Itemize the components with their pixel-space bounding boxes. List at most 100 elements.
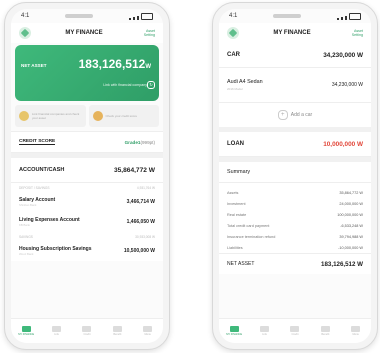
page-title: MY FINANCE: [273, 30, 311, 36]
page-title: MY FINANCE: [65, 30, 103, 36]
summary-label: Insurance termination refund: [227, 234, 276, 239]
tab-label: Menu: [352, 333, 360, 336]
tab-label: Benefit: [321, 333, 330, 336]
credit-score-row[interactable]: CREDIT SCORE Grade1(999pt): [11, 131, 163, 153]
car-label: CAR: [227, 52, 240, 58]
menu-icon: [351, 326, 361, 332]
tab-credit[interactable]: Credit: [287, 326, 303, 336]
wallet-icon: [21, 326, 31, 332]
tab-label: Benefit: [113, 333, 122, 336]
app-logo-icon: [227, 27, 239, 39]
group-value: 4,931,764 W: [136, 185, 155, 190]
group-value: 30,933,008 W: [135, 234, 155, 239]
battery-icon: [349, 12, 361, 20]
list-item[interactable]: Salary Account Shinhan Bank 3,466,714 W: [11, 192, 163, 212]
promo-banners: Link financial companies and check your …: [11, 101, 163, 131]
car-row[interactable]: CAR 34,230,000 W: [219, 43, 371, 68]
bottom-tab-bar: MY FINANCE Link Credit Benefit Menu: [11, 318, 163, 343]
tab-link[interactable]: Link: [49, 326, 65, 336]
net-asset-value: 183,126,512W: [78, 57, 151, 71]
list-item[interactable]: Housing Subscription Savings Woori Bank 1…: [11, 241, 163, 261]
summary-row: Total credit card payment -6,533,248 W: [227, 220, 363, 231]
credit-tab-icon: [82, 326, 92, 332]
notch: [65, 14, 94, 18]
loan-label: LOAN: [227, 141, 244, 147]
tab-benefit[interactable]: Benefit: [317, 326, 333, 336]
car-desc: 2016 Model: [227, 87, 243, 91]
plus-icon: +: [277, 110, 288, 120]
net-asset-card[interactable]: NET ASSET 183,126,512W Link with financi…: [15, 45, 159, 101]
loan-value: 10,000,000 W: [323, 140, 363, 148]
account-cash-label: ACCOUNT/CASH: [19, 167, 65, 173]
screen-left: 4:1 MY FINANCE Asset Setting NET ASSET 1…: [11, 9, 163, 343]
credit-tab-icon: [290, 326, 300, 332]
add-car-button[interactable]: + Add a car: [219, 103, 371, 127]
summary-label: Liabilities: [227, 245, 243, 250]
tab-label: MY FINANCE: [226, 333, 243, 336]
app-header: MY FINANCE Asset Setting: [219, 23, 371, 43]
item-value: 10,500,000 W: [123, 248, 155, 254]
summary-row: Real estate 100,000,000 W: [227, 209, 363, 220]
link-tab-icon: [260, 326, 270, 332]
summary-value: 100,000,000 W: [337, 212, 363, 217]
summary-row: Assets 35,864,772 W: [227, 187, 363, 198]
tab-label: Menu: [144, 333, 152, 336]
summary-label: Real estate: [227, 212, 247, 217]
status-bar: 4:1: [219, 9, 371, 23]
wallet-icon: [229, 326, 239, 332]
item-text: Housing Subscription Savings Woori Bank: [19, 246, 92, 256]
tab-menu[interactable]: Menu: [140, 326, 156, 336]
group-label: DEPOSIT / SAVINGS: [19, 185, 50, 190]
tab-label: Link: [262, 333, 267, 336]
loan-row[interactable]: LOAN 10,000,000 W: [219, 132, 371, 157]
summary-label: Investment: [227, 201, 246, 206]
phone-frame-right: 4:1 MY FINANCE Asset Setting CAR 34,230,…: [212, 2, 378, 350]
screen-right: 4:1 MY FINANCE Asset Setting CAR 34,230,…: [219, 9, 371, 343]
tab-credit[interactable]: Credit: [79, 326, 95, 336]
notch: [273, 14, 302, 18]
status-time: 4:1: [21, 13, 30, 19]
link-icon[interactable]: ↻: [147, 81, 155, 89]
tab-link[interactable]: Link: [257, 326, 273, 336]
signal-icon: [337, 12, 361, 20]
item-value: 1,466,050 W: [126, 219, 155, 225]
phone-frame-left: 4:1 MY FINANCE Asset Setting NET ASSET 1…: [4, 2, 170, 350]
tab-label: Credit: [83, 333, 91, 336]
asset-setting-button[interactable]: Asset Setting: [345, 29, 363, 37]
menu-icon: [143, 326, 153, 332]
tab-label: Credit: [291, 333, 299, 336]
summary-value: -6,533,248 W: [340, 223, 363, 228]
summary-row: Insurance termination refund 39,794,988 W: [227, 231, 363, 242]
summary-title-text: Summary: [227, 169, 251, 175]
account-cash-row[interactable]: ACCOUNT/CASH 35,864,772 W: [11, 158, 163, 183]
account-cash-value: 35,864,772 W: [113, 166, 155, 174]
tab-label: MY FINANCE: [18, 333, 35, 336]
face-icon: [92, 111, 103, 121]
link-financial-company-link[interactable]: Link with financial company: [103, 83, 147, 87]
summary-value: 39,794,988 W: [339, 234, 363, 239]
bottom-tab-bar: MY FINANCE Link Credit Benefit Menu: [219, 318, 371, 343]
item-value: 3,466,714 W: [126, 199, 155, 205]
tab-label: Link: [54, 333, 59, 336]
summary-row: Liabilities -10,000,000 W: [227, 242, 363, 253]
summary-value: 24,000,000 W: [339, 201, 363, 206]
tab-my-finance[interactable]: MY FINANCE: [18, 326, 34, 336]
tab-benefit[interactable]: Benefit: [109, 326, 125, 336]
promo-card-credit[interactable]: Check your credit score: [88, 105, 159, 127]
summary-label: Assets: [227, 190, 239, 195]
promo-card-link[interactable]: Link financial companies and check your …: [15, 105, 86, 127]
status-bar: 4:1: [11, 9, 163, 23]
asset-setting-button[interactable]: Asset Setting: [137, 29, 155, 37]
coins-icon: [19, 111, 29, 121]
summary-title: Summary: [219, 162, 371, 183]
status-time: 4:1: [229, 13, 238, 19]
list-item[interactable]: Living Expenses Account KB Bank 1,466,050…: [11, 212, 163, 232]
signal-icon: [129, 12, 153, 20]
credit-score-label: CREDIT SCORE: [19, 139, 56, 145]
net-asset-total-row: NET ASSET 183,126,512 W: [219, 253, 371, 274]
tab-menu[interactable]: Menu: [348, 326, 364, 336]
list-item[interactable]: Audi A4 Sedan 2016 Model 34,230,000 W: [219, 68, 371, 103]
tab-my-finance[interactable]: MY FINANCE: [226, 326, 242, 336]
total-value: 183,126,512 W: [321, 260, 363, 268]
summary-list: Assets 35,864,772 W Investment 24,000,000 …: [219, 183, 371, 253]
